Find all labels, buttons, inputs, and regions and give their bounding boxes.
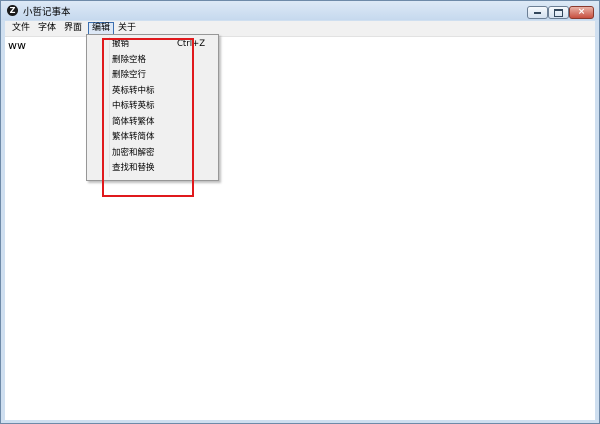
editor-content: ww <box>8 39 26 52</box>
title-bar[interactable]: Z 小哲记事本 × <box>1 1 599 20</box>
maximize-button[interactable] <box>548 6 569 19</box>
maximize-icon <box>554 9 563 17</box>
close-icon: × <box>577 7 586 17</box>
menu-font[interactable]: 字体 <box>35 22 59 35</box>
menu-file[interactable]: 文件 <box>9 22 33 35</box>
menu-view[interactable]: 界面 <box>61 22 85 35</box>
window-title: 小哲记事本 <box>23 7 71 18</box>
app-logo-icon: Z <box>7 5 18 16</box>
close-button[interactable]: × <box>569 6 594 19</box>
minimize-button[interactable] <box>527 6 548 19</box>
annotation-highlight-box <box>102 38 194 197</box>
minimize-icon <box>534 12 541 14</box>
